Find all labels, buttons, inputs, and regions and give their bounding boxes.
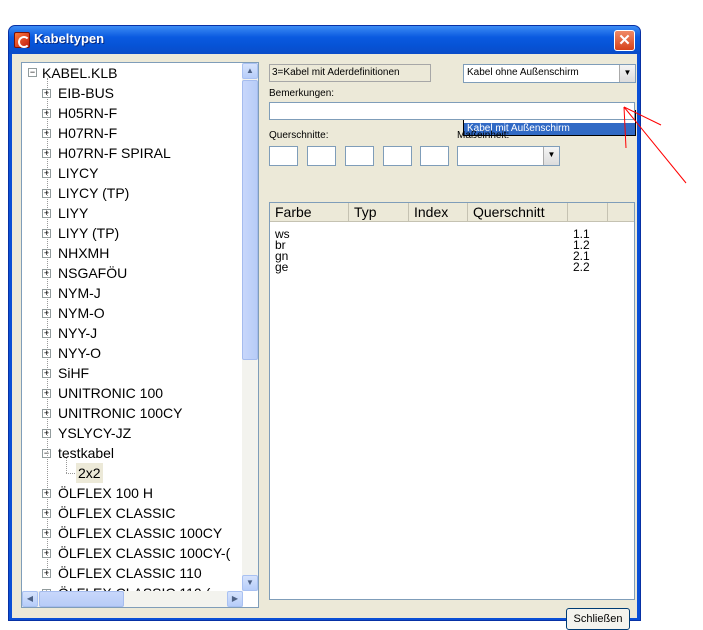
- annotation-line-1: [623, 106, 662, 126]
- annotation-line-3: [623, 106, 687, 184]
- annotation-arrows: [623, 106, 687, 184]
- annotation-line-2: [623, 106, 627, 149]
